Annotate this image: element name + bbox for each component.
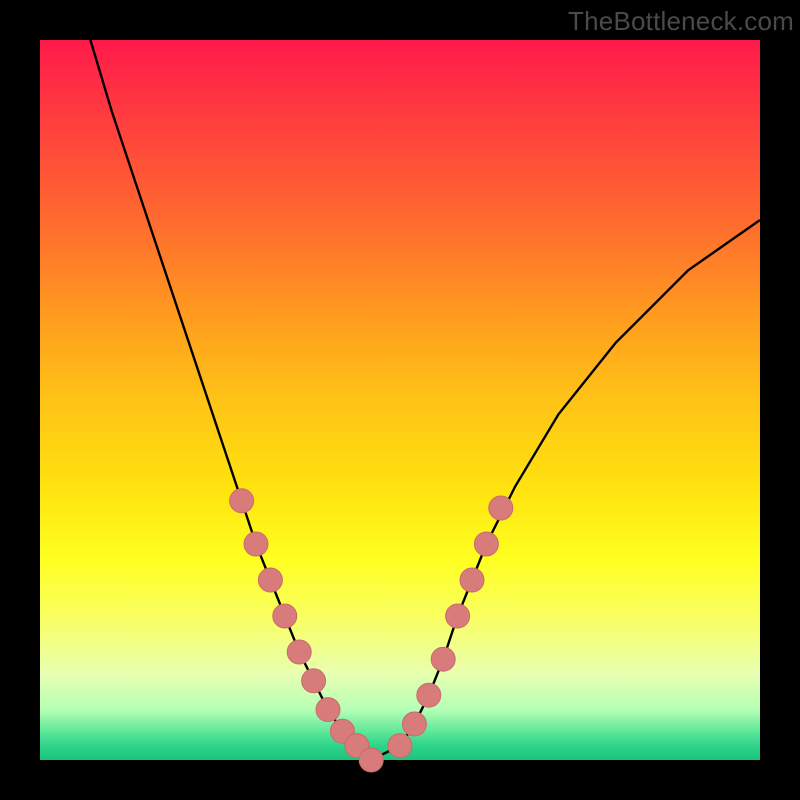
data-marker — [258, 568, 282, 592]
data-marker — [431, 647, 455, 671]
data-marker-group — [230, 489, 513, 772]
curve-group — [90, 40, 760, 760]
data-marker — [273, 604, 297, 628]
plot-area — [40, 40, 760, 760]
chart-frame: TheBottleneck.com — [0, 0, 800, 800]
data-marker — [460, 568, 484, 592]
data-marker — [417, 683, 441, 707]
data-marker — [489, 496, 513, 520]
data-marker — [302, 669, 326, 693]
data-marker — [474, 532, 498, 556]
data-marker — [230, 489, 254, 513]
watermark-text: TheBottleneck.com — [568, 6, 794, 37]
data-marker — [287, 640, 311, 664]
data-marker — [359, 748, 383, 772]
data-marker — [446, 604, 470, 628]
data-marker — [402, 712, 426, 736]
chart-svg — [40, 40, 760, 760]
data-marker — [244, 532, 268, 556]
data-marker — [388, 734, 412, 758]
data-marker — [316, 698, 340, 722]
right-curve-path — [371, 220, 760, 760]
left-curve-path — [90, 40, 371, 760]
